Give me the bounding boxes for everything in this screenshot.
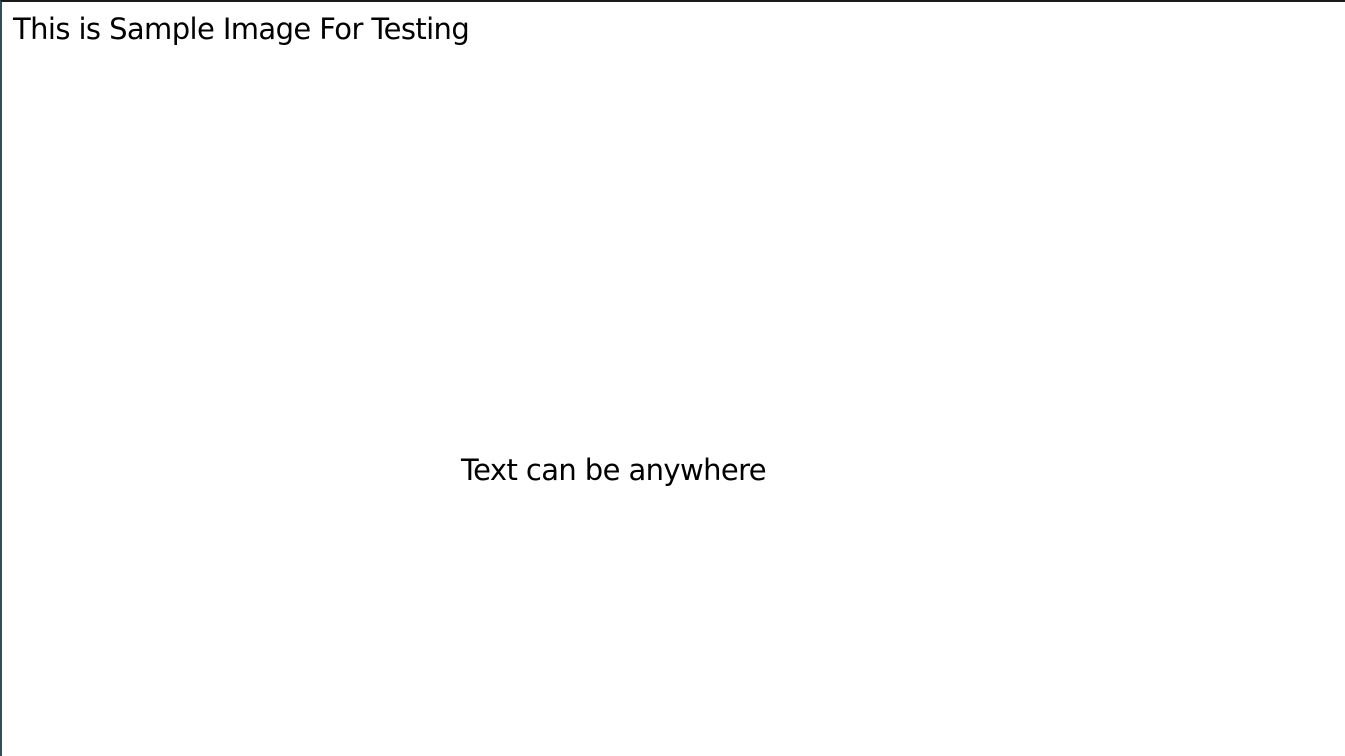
floating-text: Text can be anywhere [461,453,767,487]
sample-image-canvas: This is Sample Image For Testing Text ca… [0,0,1345,756]
page-heading: This is Sample Image For Testing [13,12,470,46]
